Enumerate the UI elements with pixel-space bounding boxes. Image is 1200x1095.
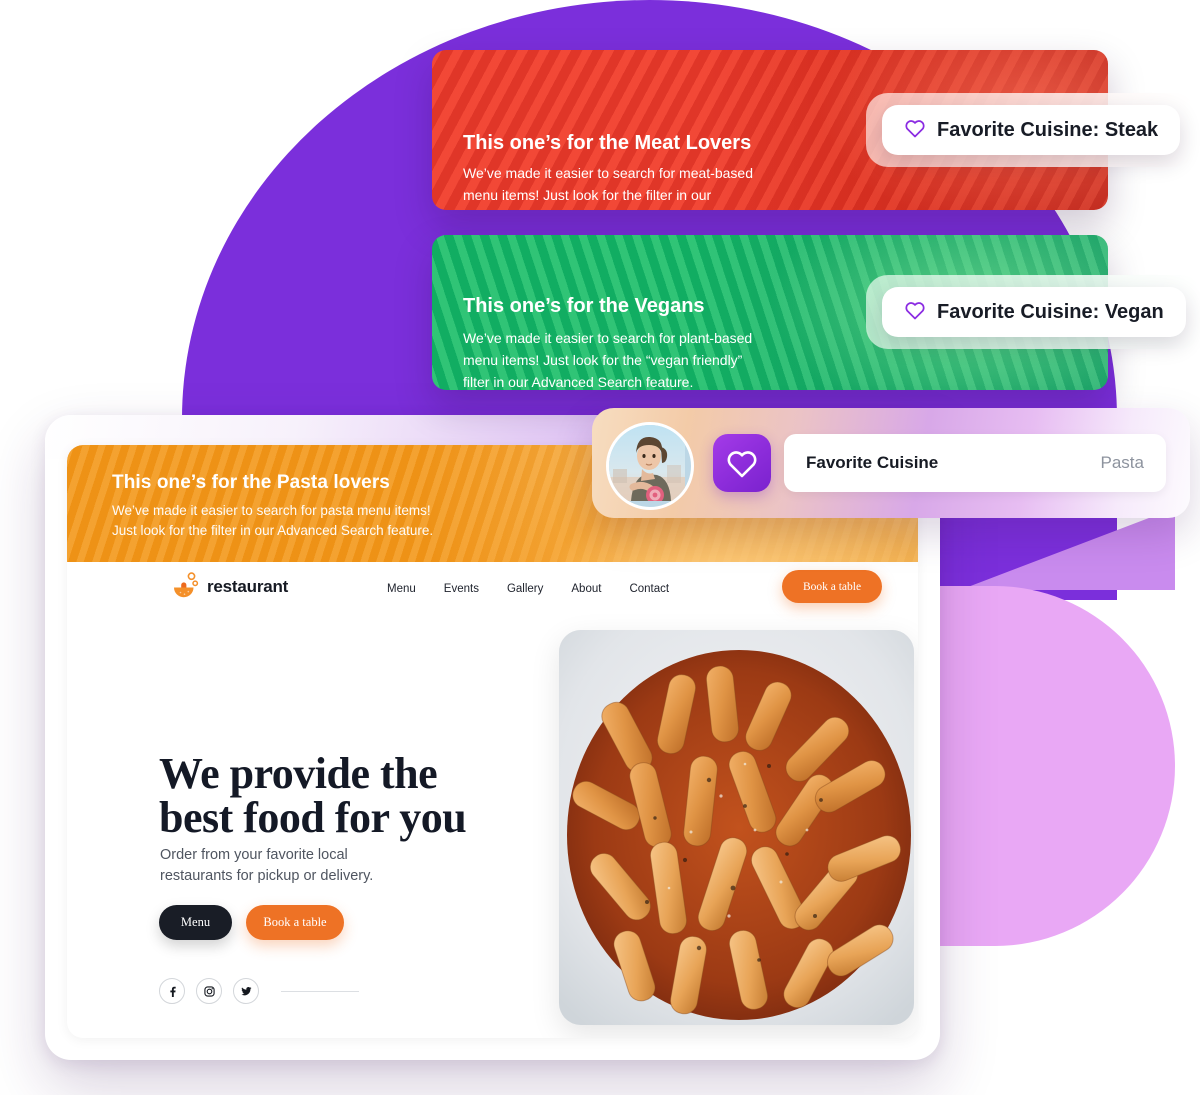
promo-banner-pasta-body: We’ve made it easier to search for pasta…: [112, 503, 434, 538]
book-a-table-nav-button[interactable]: Book a table: [782, 570, 882, 603]
hero-title: We provide the best food for you: [159, 749, 467, 843]
bowl-icon: [172, 572, 200, 602]
favorite-cuisine-field-value: Pasta: [1100, 453, 1144, 472]
nav-links: Menu Events Gallery About Contact: [387, 583, 669, 595]
site-logo[interactable]: restaurant: [172, 572, 288, 602]
nav-link-gallery[interactable]: Gallery: [507, 583, 543, 595]
facebook-icon[interactable]: [159, 978, 185, 1004]
social-divider-line: [281, 990, 359, 992]
nav-link-about[interactable]: About: [571, 583, 601, 595]
menu-button[interactable]: Menu: [159, 905, 232, 940]
favorite-cuisine-field[interactable]: Favorite Cuisine Pasta: [784, 434, 1166, 492]
hero-food-image: [559, 630, 914, 1025]
nav-link-contact[interactable]: Contact: [629, 583, 669, 595]
promo-card-meat-body: We’ve made it easier to search for meat-…: [463, 165, 753, 210]
nav-link-events[interactable]: Events: [444, 583, 479, 595]
promo-card-vegan-title: This one’s for the Vegans: [463, 295, 705, 317]
promo-card-vegan-body: We’ve made it easier to search for plant…: [463, 330, 753, 390]
favorite-cuisine-badge-vegan[interactable]: Favorite Cuisine: Vegan: [866, 275, 1200, 349]
instagram-icon[interactable]: [196, 978, 222, 1004]
promo-card-meat-title: This one’s for the Meat Lovers: [463, 132, 752, 154]
favorite-cuisine-profile-card[interactable]: Favorite Cuisine Pasta: [592, 408, 1190, 518]
favorite-cuisine-badge-steak[interactable]: Favorite Cuisine: Steak: [866, 93, 1197, 167]
hero-buttons: Menu Book a table: [159, 905, 344, 940]
favorite-cuisine-badge-vegan-label: Favorite Cuisine: Vegan: [937, 300, 1164, 323]
heart-outline-icon: [904, 300, 926, 325]
site-navbar: restaurant Menu Events Gallery About Con…: [67, 562, 918, 620]
book-a-table-hero-button[interactable]: Book a table: [246, 905, 344, 940]
heart-filled-icon: [713, 434, 771, 492]
promo-banner-pasta-title: This one’s for the Pasta lovers: [112, 472, 390, 493]
twitter-icon[interactable]: [233, 978, 259, 1004]
social-links: [159, 978, 359, 1004]
favorite-cuisine-badge-steak-label: Favorite Cuisine: Steak: [937, 118, 1159, 141]
favorite-cuisine-field-label: Favorite Cuisine: [806, 453, 939, 472]
restaurant-website: This one’s for the Pasta lovers We’ve ma…: [67, 445, 918, 1038]
heart-outline-icon: [904, 118, 926, 143]
nav-link-menu[interactable]: Menu: [387, 583, 416, 595]
hero-subtitle: Order from your favorite local restauran…: [160, 846, 374, 884]
site-logo-text: restaurant: [207, 577, 289, 596]
avatar: [606, 422, 694, 510]
